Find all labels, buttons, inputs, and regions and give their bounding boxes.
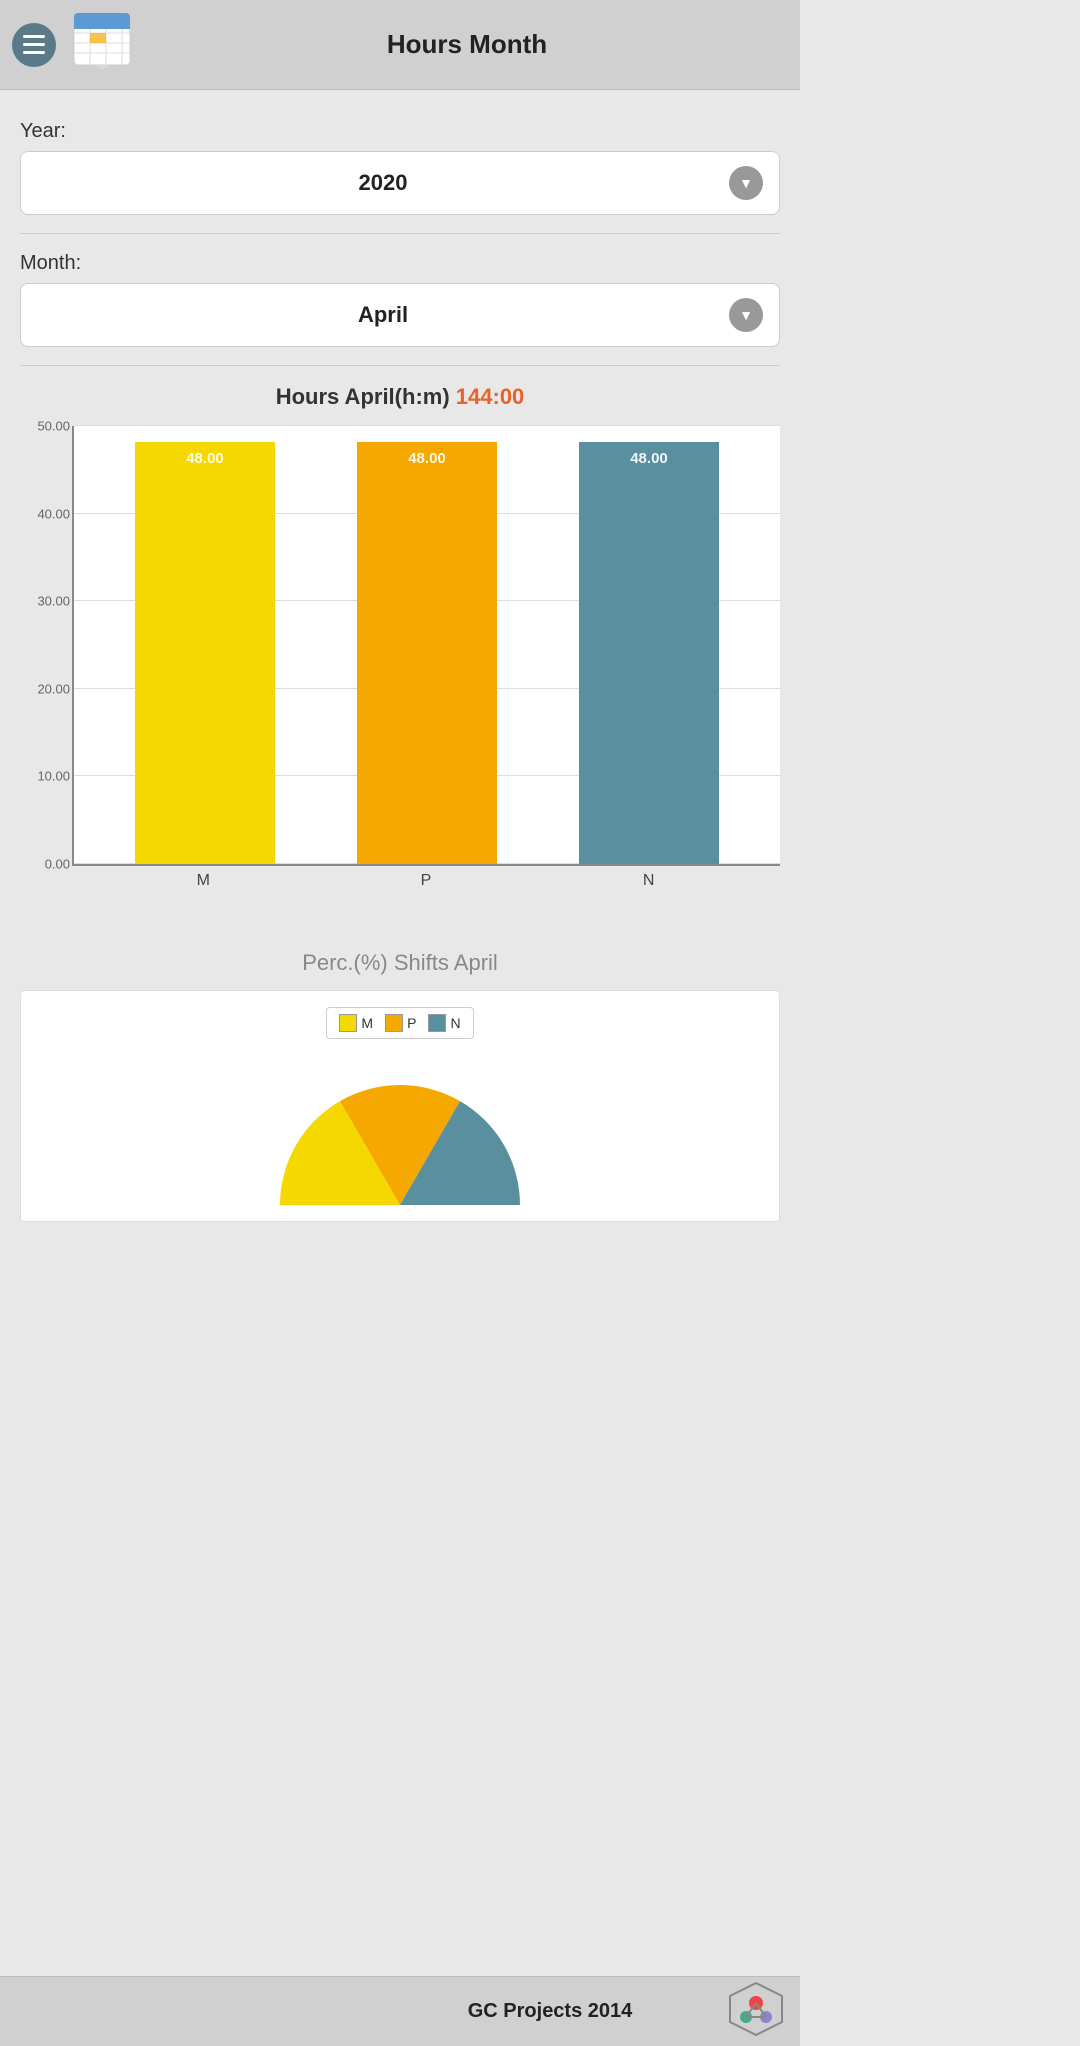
x-axis-labels: M P N <box>72 866 780 890</box>
legend-item-n: N <box>428 1014 460 1032</box>
app-header: Hours Month <box>0 0 800 90</box>
legend-label-n: N <box>450 1015 460 1031</box>
legend-label-p: P <box>407 1015 416 1031</box>
year-dropdown[interactable]: 2020 <box>20 151 780 215</box>
year-dropdown-arrow[interactable] <box>729 166 763 200</box>
bar-p: 48.00 <box>357 442 497 864</box>
bar-p-value: 48.00 <box>408 450 446 467</box>
legend-swatch-m <box>339 1014 357 1032</box>
menu-button[interactable] <box>12 23 56 67</box>
bar-m: 48.00 <box>135 442 275 864</box>
pie-svg <box>260 1055 540 1205</box>
bar-chart-area: 50.00 40.00 30.00 20.00 10.00 0.00 <box>72 426 780 866</box>
bar-chart-title-text: Hours April(h:m) <box>276 384 450 409</box>
legend-item-p: P <box>385 1014 416 1032</box>
divider-2 <box>20 365 780 366</box>
grid-label-10: 10.00 <box>22 769 70 784</box>
pie-container: M P N <box>20 990 780 1222</box>
bar-n-value: 48.00 <box>630 450 668 467</box>
legend-item-m: M <box>339 1014 373 1032</box>
bars-container: 48.00 48.00 48.00 <box>74 426 780 864</box>
bar-n: 48.00 <box>579 442 719 864</box>
month-dropdown[interactable]: April <box>20 283 780 347</box>
bar-group-m: 48.00 <box>94 426 316 864</box>
grid-label-30: 30.00 <box>22 594 70 609</box>
legend-swatch-p <box>385 1014 403 1032</box>
year-label: Year: <box>20 120 780 143</box>
month-label: Month: <box>20 252 780 275</box>
legend-label-m: M <box>361 1015 373 1031</box>
page-title: Hours Month <box>146 29 788 60</box>
app-footer: GC Projects 2014 <box>0 1976 800 2046</box>
legend-swatch-n <box>428 1014 446 1032</box>
bar-chart-title: Hours April(h:m) 144:00 <box>20 384 780 410</box>
x-label-m: M <box>92 872 315 890</box>
grid-label-0: 0.00 <box>22 857 70 872</box>
month-dropdown-arrow[interactable] <box>729 298 763 332</box>
year-value: 2020 <box>37 170 729 196</box>
pie-chart-section: Perc.(%) Shifts April M P N <box>20 950 780 1222</box>
footer-logo <box>728 1981 784 2042</box>
app-icon <box>66 5 146 85</box>
footer-title: GC Projects 2014 <box>372 2000 728 2023</box>
main-content: Year: 2020 Month: April Hours April(h:m)… <box>0 90 800 1322</box>
month-value: April <box>37 302 729 328</box>
bar-group-p: 48.00 <box>316 426 538 864</box>
grid-label-50: 50.00 <box>22 419 70 434</box>
bar-chart-title-value: 144:00 <box>456 384 525 409</box>
divider-1 <box>20 233 780 234</box>
bar-m-value: 48.00 <box>186 450 224 467</box>
x-label-n: N <box>537 872 760 890</box>
pie-svg-container <box>260 1055 540 1205</box>
bar-chart-wrapper: 50.00 40.00 30.00 20.00 10.00 0.00 <box>20 426 780 920</box>
pie-legend: M P N <box>326 1007 473 1039</box>
bar-chart-section: Hours April(h:m) 144:00 50.00 40.00 30.0… <box>20 384 780 920</box>
grid-label-40: 40.00 <box>22 506 70 521</box>
pie-chart-title: Perc.(%) Shifts April <box>20 950 780 976</box>
bar-group-n: 48.00 <box>538 426 760 864</box>
grid-label-20: 20.00 <box>22 681 70 696</box>
x-label-p: P <box>315 872 538 890</box>
